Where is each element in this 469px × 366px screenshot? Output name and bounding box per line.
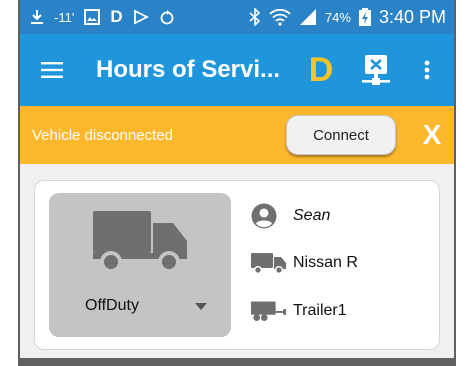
app-screen: -11' D 74% 3:40 PM Hours of Servi... D V… (20, 0, 454, 358)
more-vertical-icon (424, 60, 430, 80)
vehicle-row: Nissan R (251, 251, 358, 275)
signal-strength-text: -11' (54, 9, 75, 25)
connect-button[interactable]: Connect (286, 115, 396, 155)
bluetooth-icon (249, 8, 261, 26)
play-outline-icon (133, 9, 149, 25)
duty-status-selector[interactable]: OffDuty (49, 193, 231, 337)
driver-name: Sean (293, 207, 331, 224)
vehicle-name: Nissan R (293, 254, 358, 271)
truck-icon (93, 211, 187, 273)
status-letter: D (110, 7, 123, 26)
menu-button[interactable] (30, 48, 74, 92)
network-disconnected-icon (362, 55, 391, 85)
download-icon (30, 9, 44, 25)
trailer-icon (251, 299, 287, 323)
trailer-name: Trailer1 (293, 302, 347, 319)
sync-icon (159, 9, 175, 25)
connection-banner: Vehicle disconnected Connect X (20, 106, 454, 164)
clock-time: 3:40 PM (378, 6, 446, 27)
status-bar: -11' D 74% 3:40 PM (20, 0, 454, 34)
vehicle-truck-icon (251, 251, 287, 275)
duty-status-label: OffDuty (85, 297, 139, 314)
banner-message: Vehicle disconnected (32, 126, 173, 144)
driver-row: Sean (251, 203, 330, 229)
battery-charging-icon (358, 8, 371, 26)
cell-signal-icon (299, 8, 317, 26)
network-disconnected-button[interactable] (358, 48, 394, 92)
wifi-icon (269, 8, 291, 26)
account-circle-icon (251, 203, 287, 229)
trailer-row: Trailer1 (251, 299, 347, 323)
app-bar: Hours of Servi... D (20, 34, 454, 106)
app-logo: D (308, 50, 334, 89)
battery-percent: 74% (324, 9, 351, 25)
driver-status-card: OffDuty Sean Nissan R Trailer1 (34, 180, 440, 350)
hamburger-icon (41, 62, 63, 78)
image-icon (84, 9, 101, 25)
dismiss-banner-button[interactable]: X (422, 119, 442, 151)
overflow-menu-button[interactable] (416, 48, 438, 92)
dropdown-caret-icon (195, 303, 207, 310)
page-title: Hours of Servi... (96, 56, 281, 83)
